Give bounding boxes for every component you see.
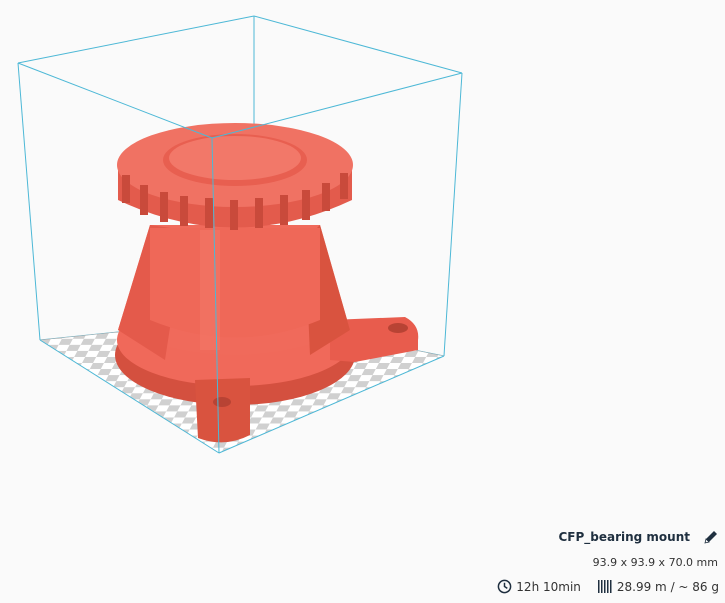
pencil-icon[interactable] bbox=[703, 529, 719, 545]
print-time: 12h 10min bbox=[516, 579, 581, 594]
object-info-panel: CFP_bearing mount 93.9 x 93.9 x 70.0 mm … bbox=[0, 513, 725, 603]
clock-icon bbox=[497, 579, 512, 594]
spool-icon bbox=[597, 579, 613, 594]
print-estimate: 12h 10min 28.99 m / ~ 86 g bbox=[497, 579, 719, 594]
model-dimensions: 93.9 x 93.9 x 70.0 mm bbox=[592, 556, 718, 569]
model-name: CFP_bearing mount bbox=[558, 530, 690, 544]
material-usage: 28.99 m / ~ 86 g bbox=[616, 579, 719, 594]
